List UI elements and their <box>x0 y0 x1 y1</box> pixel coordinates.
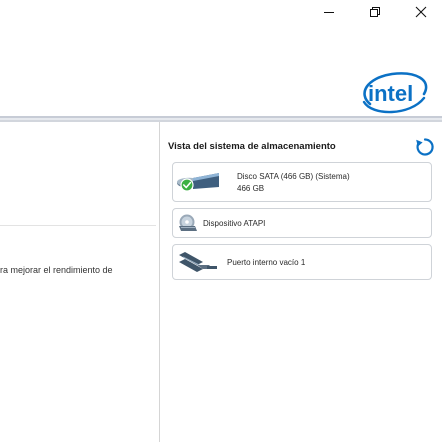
device-name: Dispositivo ATAPI <box>203 219 266 228</box>
device-size: 466 GB <box>237 184 265 193</box>
restore-icon <box>370 7 380 17</box>
optical-drive-icon <box>179 214 197 231</box>
minimize-button[interactable] <box>306 0 352 24</box>
device-card-sata-disk[interactable]: Disco SATA (466 GB) (Sistema) 466 GB <box>172 162 432 202</box>
intel-logo: intel <box>362 72 428 114</box>
left-panel-description: ra mejorar el rendimiento de <box>0 265 113 275</box>
storage-view-title: Vista del sistema de almacenamiento <box>168 141 336 152</box>
restore-button[interactable] <box>352 0 398 24</box>
sata-disk-icon <box>177 173 219 192</box>
title-bar <box>0 0 442 24</box>
header-banner: intel <box>0 24 442 116</box>
device-card-empty-port[interactable]: Puerto interno vacío 1 <box>172 244 432 280</box>
device-name: Disco SATA (466 GB) (Sistema) <box>237 172 350 181</box>
empty-port-icon <box>179 252 217 272</box>
refresh-icon[interactable] <box>414 136 436 158</box>
device-name: Puerto interno vacío 1 <box>227 258 306 267</box>
left-panel-divider <box>0 225 156 226</box>
left-panel: ra mejorar el rendimiento de <box>0 122 160 442</box>
close-button[interactable] <box>398 0 442 24</box>
svg-text:intel: intel <box>368 81 413 106</box>
close-icon <box>415 6 427 18</box>
minimize-icon <box>324 12 334 13</box>
device-card-atapi[interactable]: Dispositivo ATAPI <box>172 208 432 238</box>
